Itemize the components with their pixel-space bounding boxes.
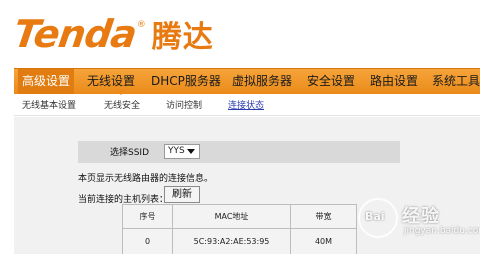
table-header-mac: MAC地址 xyxy=(172,204,291,229)
watermark-glyph: Bai xyxy=(365,210,385,223)
ssid-row: 选择SSID YYS xyxy=(78,141,400,163)
main-nav: 高级设置 无线设置 DHCP服务器 虚拟服务器 安全设置 路由设置 系统工具 xyxy=(14,68,480,95)
table-cell-bandwidth: 40M xyxy=(290,228,357,254)
watermark-url: jingyan.baidu.com xyxy=(404,226,480,236)
ssid-select[interactable]: YYS xyxy=(164,144,200,159)
subnav-item-connection-status[interactable]: 连接状态 xyxy=(228,98,264,111)
nav-item-dhcp[interactable]: DHCP服务器 xyxy=(151,69,221,95)
table-cell-mac: 5C:93:A2:AE:53:95 xyxy=(172,228,291,254)
logo-registered-mark: ® xyxy=(136,20,146,30)
table-header-bandwidth: 带宽 xyxy=(290,204,357,229)
table-row: 0 5C:93:A2:AE:53:95 40M xyxy=(122,228,357,254)
refresh-button[interactable]: 刷新 xyxy=(164,186,200,203)
page-description: 本页显示无线路由器的连接信息。 xyxy=(78,174,214,184)
nav-item-security[interactable]: 安全设置 xyxy=(307,69,355,95)
table-header-seq: 序号 xyxy=(122,204,173,229)
nav-item-advanced[interactable]: 高级设置 xyxy=(18,69,75,95)
nav-item-wireless[interactable]: 无线设置 xyxy=(87,69,135,95)
ssid-label: 选择SSID xyxy=(110,148,150,158)
nav-item-virtual-server[interactable]: 虚拟服务器 xyxy=(232,69,292,95)
nav-item-routing[interactable]: 路由设置 xyxy=(370,69,418,95)
subnav-item-wireless-security[interactable]: 无线安全 xyxy=(104,98,140,111)
table-header-row: 序号 MAC地址 带宽 xyxy=(122,204,357,229)
subnav-item-wireless-basic[interactable]: 无线基本设置 xyxy=(22,98,76,111)
sub-nav: 无线基本设置 无线安全 访问控制 连接状态 xyxy=(14,90,480,116)
watermark-title: 经验 xyxy=(402,206,440,227)
chevron-down-icon xyxy=(187,149,195,154)
subnav-item-access-control[interactable]: 访问控制 xyxy=(166,98,202,111)
ssid-select-value: YYS xyxy=(168,146,185,156)
nav-item-system-tools[interactable]: 系统工具 xyxy=(432,69,480,95)
table-cell-seq: 0 xyxy=(122,228,173,254)
logo-text-cn: 腾达 xyxy=(151,20,214,55)
host-table: 序号 MAC地址 带宽 0 5C:93:A2:AE:53:95 40M xyxy=(122,204,357,254)
header: Tenda ® 腾达 xyxy=(0,0,480,68)
tenda-logo: Tenda ® 腾达 xyxy=(10,12,214,58)
logo-text-en: Tenda xyxy=(10,12,139,56)
sub-nav-pointer-icon xyxy=(116,90,126,95)
baidu-jingyan-watermark: Bai 经验 jingyan.baidu.com xyxy=(356,194,480,252)
